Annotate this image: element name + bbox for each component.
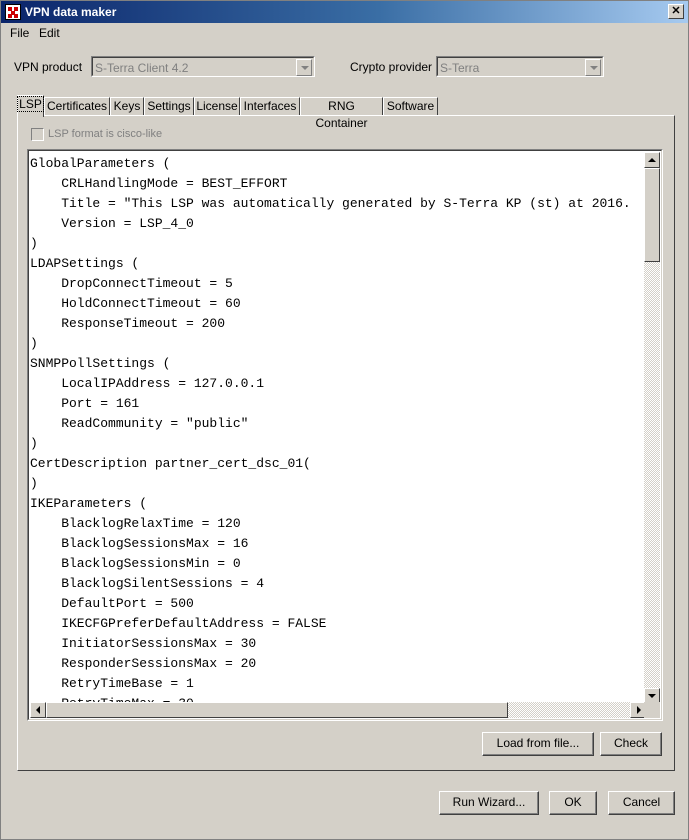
crypto-provider-label: Crypto provider — [350, 60, 433, 74]
check-button[interactable]: Check — [600, 732, 662, 756]
scroll-left-icon[interactable] — [30, 702, 46, 718]
tab-lsp[interactable]: LSP — [17, 95, 44, 117]
load-from-file-button[interactable]: Load from file... — [482, 732, 594, 756]
code-line: ResponseTimeout = 200 — [30, 316, 226, 331]
lsp-text-editor[interactable]: GlobalParameters ( CRLHandlingMode = BES… — [27, 149, 663, 721]
code-line: ReadCommunity = "public" — [30, 416, 249, 431]
ok-button[interactable]: OK — [549, 791, 597, 815]
code-line: ResponderSessionsMax = 20 — [30, 656, 257, 671]
title-bar[interactable]: VPN data maker ✕ — [1, 1, 688, 23]
vpn-product-select[interactable]: S-Terra Client 4.2 — [91, 56, 315, 77]
code-line: Title = "This LSP was automatically gene… — [30, 196, 631, 211]
window-title: VPN data maker — [25, 5, 117, 19]
crypto-provider-select[interactable]: S-Terra — [436, 56, 604, 77]
code-line: Version = LSP_4_0 — [30, 216, 194, 231]
code-line: Port = 161 — [30, 396, 140, 411]
vpn-product-label: VPN product — [14, 60, 83, 74]
crypto-provider-value: S-Terra — [440, 61, 480, 75]
code-line: CRLHandlingMode = BEST_EFFORT — [30, 176, 288, 191]
close-icon: ✕ — [671, 5, 681, 17]
vertical-scroll-thumb[interactable] — [644, 168, 660, 262]
vpn-product-value: S-Terra Client 4.2 — [95, 61, 189, 75]
code-line: ) — [30, 436, 38, 451]
code-line: CertDescription partner_cert_dsc_01( — [30, 456, 311, 471]
code-line: SNMPPollSettings ( — [30, 356, 171, 371]
cisco-like-checkbox-label: LSP format is cisco-like — [48, 128, 163, 140]
menu-bar: File Edit — [1, 23, 688, 43]
tab-rng-container[interactable]: RNG Container — [300, 97, 383, 130]
vertical-scrollbar[interactable] — [644, 152, 660, 704]
code-line: BlacklogRelaxTime = 120 — [30, 516, 241, 531]
code-line: BlacklogSessionsMin = 0 — [30, 556, 241, 571]
code-line: BlacklogSilentSessions = 4 — [30, 576, 265, 591]
horizontal-scroll-thumb[interactable] — [46, 702, 508, 718]
code-line: GlobalParameters ( — [30, 156, 171, 171]
code-line: BlacklogSessionsMax = 16 — [30, 536, 249, 551]
run-wizard-button[interactable]: Run Wizard... — [439, 791, 539, 815]
code-line: DefaultPort = 500 — [30, 596, 194, 611]
chevron-down-icon[interactable] — [585, 59, 601, 76]
app-icon — [5, 4, 21, 20]
menu-file[interactable]: File — [10, 26, 29, 40]
close-button[interactable]: ✕ — [668, 4, 684, 19]
scroll-corner — [644, 702, 660, 718]
tab-keys[interactable]: Keys — [110, 97, 144, 116]
code-line: InitiatorSessionsMax = 30 — [30, 636, 257, 651]
code-line: DropConnectTimeout = 5 — [30, 276, 233, 291]
code-line: HoldConnectTimeout = 60 — [30, 296, 241, 311]
scroll-up-icon[interactable] — [644, 152, 660, 168]
code-line: ) — [30, 236, 38, 251]
horizontal-scrollbar[interactable] — [30, 702, 646, 718]
lsp-code-area[interactable]: GlobalParameters ( CRLHandlingMode = BES… — [30, 154, 646, 704]
tab-license[interactable]: License — [194, 97, 240, 116]
code-line: LDAPSettings ( — [30, 256, 140, 271]
tab-software[interactable]: Software — [383, 97, 438, 116]
code-line: ) — [30, 476, 38, 491]
tab-settings[interactable]: Settings — [144, 97, 194, 116]
tab-certificates[interactable]: Certificates — [44, 97, 110, 116]
cisco-like-checkbox[interactable] — [31, 128, 44, 141]
tab-interfaces[interactable]: Interfaces — [240, 97, 300, 116]
code-line: LocalIPAddress = 127.0.0.1 — [30, 376, 265, 391]
code-line: RetryTimeBase = 1 — [30, 676, 194, 691]
code-line: IKEParameters ( — [30, 496, 148, 511]
cancel-button[interactable]: Cancel — [608, 791, 675, 815]
menu-edit[interactable]: Edit — [39, 26, 60, 40]
code-line: IKECFGPreferDefaultAddress = FALSE — [30, 616, 327, 631]
code-line: ) — [30, 336, 38, 351]
main-window: VPN data maker ✕ File Edit VPN product S… — [0, 0, 689, 840]
chevron-down-icon[interactable] — [296, 59, 312, 76]
